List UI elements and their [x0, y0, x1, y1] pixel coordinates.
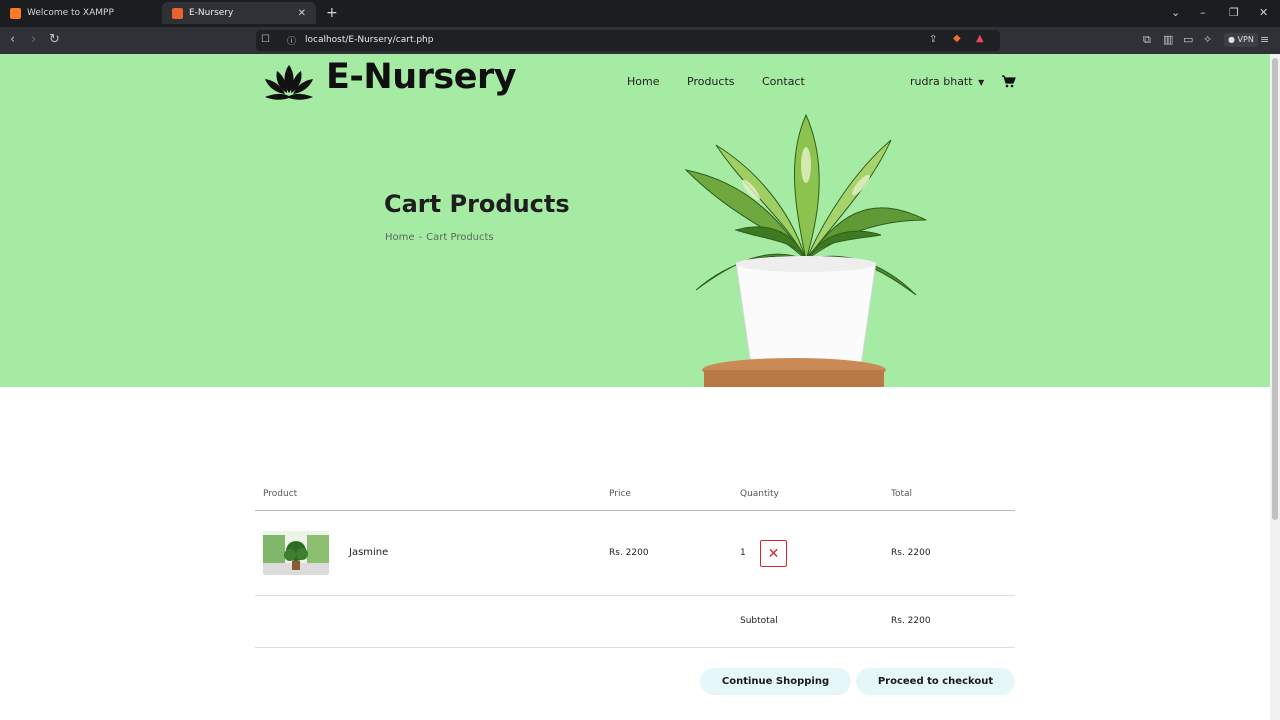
subtotal-divider [255, 647, 1015, 648]
brave-shields-icon[interactable]: ◆ [953, 33, 961, 44]
minimize-icon[interactable]: – [1200, 6, 1206, 20]
vpn-label: VPN [1237, 35, 1254, 44]
brand-logo-text[interactable]: E-Nursery [326, 57, 517, 97]
leo-ai-icon[interactable]: ✧ [1203, 34, 1212, 46]
bookmark-icon[interactable]: ☐ [261, 34, 270, 45]
jasmine-plant-thumbnail [263, 531, 329, 575]
column-header-quantity: Quantity [740, 489, 779, 499]
new-tab-button[interactable]: + [326, 5, 338, 21]
product-total: Rs. 2200 [891, 548, 931, 558]
breadcrumb-current: Cart Products [426, 232, 494, 243]
column-header-price: Price [609, 489, 631, 499]
page-title: Cart Products [384, 190, 570, 218]
continue-shopping-button[interactable]: Continue Shopping [700, 668, 851, 695]
site-info-icon[interactable]: ⓘ [287, 34, 296, 47]
cart-icon[interactable] [1001, 74, 1016, 88]
nav-home[interactable]: Home [627, 75, 659, 88]
tab-title: E-Nursery [189, 8, 234, 18]
hero-banner [0, 54, 1270, 387]
product-thumbnail-image[interactable] [263, 531, 329, 575]
tab-xampp[interactable]: Welcome to XAMPP [0, 2, 160, 24]
reload-icon[interactable]: ↻ [49, 33, 60, 47]
wallet-icon[interactable]: ▭ [1183, 34, 1193, 46]
e-nursery-favicon-icon [172, 7, 183, 19]
user-dropdown[interactable]: rudra bhatt ▼ [910, 75, 984, 88]
xampp-favicon-icon [10, 7, 21, 19]
remove-item-button[interactable]: ✕ [760, 540, 787, 567]
extensions-icon[interactable]: ⧉ [1143, 34, 1151, 46]
table-header-divider [255, 510, 1015, 511]
back-icon[interactable]: ‹ [10, 33, 15, 47]
menu-icon[interactable]: ≡ [1260, 34, 1269, 46]
nav-products[interactable]: Products [687, 75, 735, 88]
column-header-product: Product [263, 489, 298, 499]
product-price: Rs. 2200 [609, 548, 649, 558]
sidebar-icon[interactable]: ▥ [1163, 34, 1173, 46]
restore-icon[interactable]: ❐ [1229, 6, 1239, 20]
share-icon[interactable]: ⇪ [929, 34, 937, 45]
breadcrumb-home[interactable]: Home [385, 232, 415, 243]
subtotal-label: Subtotal [740, 616, 778, 626]
potted-plant-image [684, 113, 927, 387]
nav-contact[interactable]: Contact [762, 75, 805, 88]
close-tab-icon[interactable]: ✕ [298, 8, 306, 19]
scrollbar-thumb[interactable] [1272, 58, 1278, 520]
lotus-logo-icon[interactable] [263, 63, 315, 101]
column-header-total: Total [891, 489, 913, 499]
subtotal-value: Rs. 2200 [891, 616, 931, 626]
brave-rewards-icon[interactable]: ▲ [976, 33, 984, 44]
close-window-icon[interactable]: ✕ [1259, 6, 1268, 20]
tab-e-nursery[interactable]: E-Nursery ✕ [162, 2, 316, 24]
close-icon: ✕ [767, 545, 780, 562]
product-name[interactable]: Jasmine [349, 547, 388, 558]
url-text[interactable]: localhost/E-Nursery/cart.php [305, 35, 433, 45]
tab-list-chevron-icon[interactable]: ⌄ [1171, 6, 1180, 20]
breadcrumb-separator: - [418, 232, 423, 243]
caret-down-icon: ▼ [978, 78, 985, 87]
forward-icon[interactable]: › [31, 33, 36, 47]
tab-title: Welcome to XAMPP [27, 8, 114, 18]
vpn-button[interactable]: ● VPN [1224, 33, 1258, 47]
breadcrumb: Home - Cart Products [385, 232, 494, 243]
product-quantity: 1 [740, 548, 746, 558]
proceed-to-checkout-button[interactable]: Proceed to checkout [856, 668, 1015, 695]
user-name: rudra bhatt [910, 75, 973, 88]
row-divider [255, 595, 1015, 596]
